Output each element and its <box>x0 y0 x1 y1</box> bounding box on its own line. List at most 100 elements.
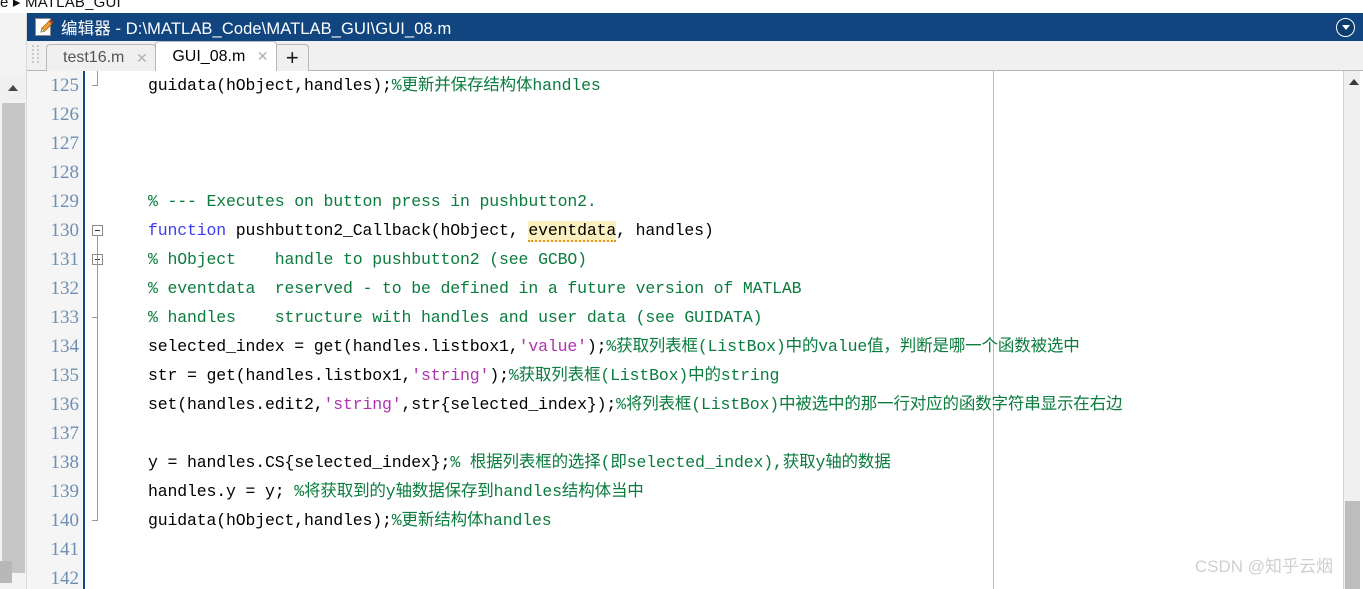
line-number: 131 <box>50 249 80 270</box>
triangle-up-icon <box>1348 79 1359 85</box>
code-token-string: 'string' <box>411 366 490 385</box>
line-number: 136 <box>50 394 80 415</box>
line-number: 140 <box>50 510 80 531</box>
editor-screenshot-root: e ▸ MATLAB_GUI 编辑器 - D:\MATLAB_Code\MATL… <box>0 0 1363 589</box>
tabstrip-grip-handle[interactable] <box>32 45 41 67</box>
code-line-text: % hObject handle to pushbutton2 (see GCB… <box>148 245 587 274</box>
code-token-comment: %将获取到的y轴数据保存到handles结构体当中 <box>294 482 644 501</box>
line-number: 127 <box>50 133 80 154</box>
line-number: 126 <box>50 104 80 125</box>
line-number: 137 <box>50 423 80 444</box>
code-editor-area[interactable]: 125 guidata(hObject,handles);%更新并保存结构体han… <box>27 71 1363 589</box>
line-number: 138 <box>50 452 80 473</box>
code-line: 141 <box>27 535 1363 564</box>
code-line-text: % eventdata reserved - to be defined in … <box>148 274 802 303</box>
breadcrumb-text: e ▸ MATLAB_GUI <box>0 0 121 11</box>
code-line-text: guidata(hObject,handles);%更新结构体handles <box>148 506 552 535</box>
code-token-comment: %更新并保存结构体handles <box>391 76 601 95</box>
line-number: 135 <box>50 365 80 386</box>
editor-titlebar: 编辑器 - D:\MATLAB_Code\MATLAB_GUI\GUI_08.m <box>27 13 1363 41</box>
code-line-text: str = get(handles.listbox1,'string');%获取… <box>148 361 779 390</box>
tab-close-icon[interactable]: ✕ <box>135 51 148 65</box>
tab-list: test16.m ✕ GUI_08.m ✕ + <box>46 41 310 71</box>
line-number: 133 <box>50 307 80 328</box>
code-line: 142 <box>27 564 1363 589</box>
code-token-plain: set(handles.edit2, <box>148 395 324 414</box>
code-token-comment: % --- Executes on button press in pushbu… <box>148 192 597 211</box>
code-token-plain: guidata(hObject,handles); <box>148 511 392 530</box>
code-token-plain: guidata(hObject,handles); <box>148 76 392 95</box>
line-number: 142 <box>50 568 80 589</box>
left-panel-gutter <box>0 13 27 589</box>
new-tab-button[interactable]: + <box>275 44 310 71</box>
code-line: 132 % eventdata reserved - to be defined … <box>27 274 1363 303</box>
code-token-comment: % handles structure with handles and use… <box>148 308 763 327</box>
code-token-comment: %更新结构体handles <box>391 511 552 530</box>
code-line-text: selected_index = get(handles.listbox1,'v… <box>148 332 1080 361</box>
code-token-string: 'value' <box>518 337 587 356</box>
line-number: 141 <box>50 539 80 560</box>
code-line: 138 y = handles.CS{selected_index};% 根据列表… <box>27 448 1363 477</box>
code-line-text: set(handles.edit2,'string',str{selected_… <box>148 390 1123 419</box>
code-line: 136 set(handles.edit2,'string',str{select… <box>27 390 1363 419</box>
line-number: 130 <box>50 220 80 241</box>
code-line: 125 guidata(hObject,handles);%更新并保存结构体han… <box>27 71 1363 100</box>
code-line: 129 % --- Executes on button press in pus… <box>27 187 1363 216</box>
code-token-plain: y = handles.CS{selected_index}; <box>148 453 451 472</box>
tab-label: GUI_08.m <box>172 47 246 65</box>
line-number: 129 <box>50 191 80 212</box>
line-number: 128 <box>50 162 80 183</box>
left-scrollbar-bottom-thumb[interactable] <box>0 561 12 583</box>
code-token-plain: , handles) <box>616 221 714 240</box>
code-token-comment: % eventdata reserved - to be defined in … <box>148 279 802 298</box>
tab-close-icon[interactable]: ✕ <box>256 49 269 63</box>
editor-tabstrip: test16.m ✕ GUI_08.m ✕ + <box>27 41 1363 71</box>
code-line: 137 <box>27 419 1363 448</box>
code-line: 127 <box>27 129 1363 158</box>
code-line: 131 % hObject handle to pushbutton2 (see … <box>27 245 1363 274</box>
code-token-plain: str = get(handles.listbox1, <box>148 366 412 385</box>
code-line-text: function pushbutton2_Callback(hObject, e… <box>148 216 714 245</box>
code-line-text: % --- Executes on button press in pushbu… <box>148 187 597 216</box>
code-token-comment: %获取列表框(ListBox)中的string <box>508 366 780 385</box>
code-line: 140 guidata(hObject,handles);%更新结构体handle… <box>27 506 1363 535</box>
chevron-up-icon <box>8 85 18 91</box>
code-token-plain: ,str{selected_index}); <box>401 395 617 414</box>
tab-test16-m[interactable]: test16.m ✕ <box>46 44 157 71</box>
editor-title: 编辑器 - D:\MATLAB_Code\MATLAB_GUI\GUI_08.m <box>61 20 452 38</box>
code-token-comment: % hObject handle to pushbutton2 (see GCB… <box>148 250 587 269</box>
code-lines: 125 guidata(hObject,handles);%更新并保存结构体han… <box>27 71 1363 589</box>
code-line: 133 % handles structure with handles and … <box>27 303 1363 332</box>
code-token-comment: %将列表框(ListBox)中被选中的那一行对应的函数字符串显示在右边 <box>616 395 1123 414</box>
code-token-plain: pushbutton2_Callback(hObject, <box>226 221 529 240</box>
tab-GUI_08-m[interactable]: GUI_08.m ✕ <box>155 41 278 71</box>
left-scroll-up-button[interactable] <box>0 75 26 101</box>
code-token-plain: selected_index = get(handles.listbox1, <box>148 337 519 356</box>
code-line: 128 <box>27 158 1363 187</box>
code-line-text: % handles structure with handles and use… <box>148 303 763 332</box>
code-line: 135 str = get(handles.listbox1,'string');… <box>27 361 1363 390</box>
code-token-comment: % 根据列表框的选择(即selected_index),获取y轴的数据 <box>450 453 891 472</box>
line-number: 139 <box>50 481 80 502</box>
tab-label: test16.m <box>63 49 125 66</box>
line-number: 125 <box>50 75 80 96</box>
editor-pencil-icon <box>34 17 54 37</box>
code-line: 126 <box>27 100 1363 129</box>
code-line-text: y = handles.CS{selected_index};% 根据列表框的选… <box>148 448 891 477</box>
code-line-text: handles.y = y; %将获取到的y轴数据保存到handles结构体当中 <box>148 477 644 506</box>
code-token-plain: ); <box>586 337 607 356</box>
editor-window: 编辑器 - D:\MATLAB_Code\MATLAB_GUI\GUI_08.m… <box>27 13 1363 589</box>
titlebar-dropdown-button[interactable] <box>1336 18 1355 37</box>
left-scrollbar-thumb[interactable] <box>2 103 25 573</box>
code-token-comment: %获取列表框(ListBox)中的value值，判断是哪一个函数被选中 <box>606 337 1080 356</box>
code-token-plain: ); <box>489 366 509 385</box>
chevron-down-circle-icon <box>1341 25 1350 30</box>
code-token-plain: handles.y = y; <box>148 482 295 501</box>
code-token-keyword: function <box>148 221 227 240</box>
line-number: 132 <box>50 278 80 299</box>
breadcrumb: e ▸ MATLAB_GUI <box>0 0 1363 13</box>
code-token-string: 'string' <box>323 395 402 414</box>
line-number: 134 <box>50 336 80 357</box>
code-line-text: guidata(hObject,handles);%更新并保存结构体handle… <box>148 71 601 100</box>
code-token-warn: eventdata <box>528 221 617 242</box>
